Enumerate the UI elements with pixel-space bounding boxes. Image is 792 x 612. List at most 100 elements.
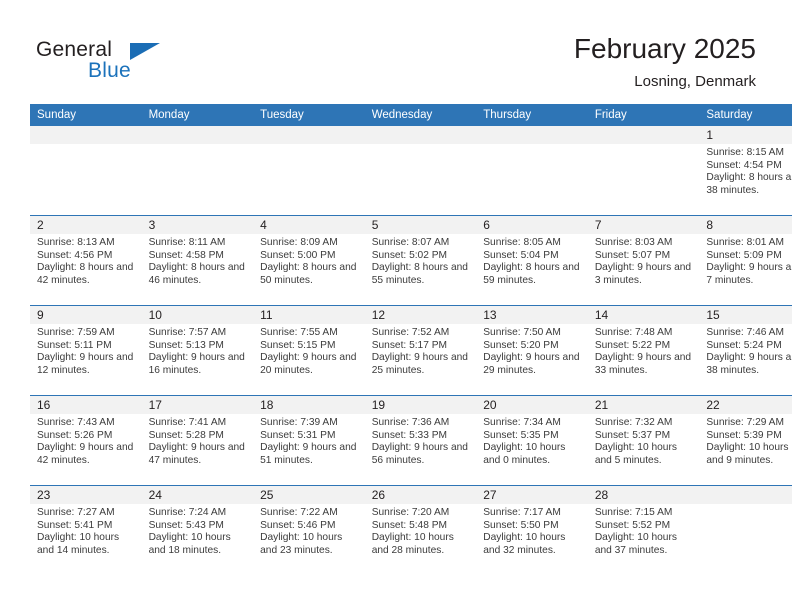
day-number: 23 [30, 486, 142, 504]
calendar-body: 1 Sunrise: 8:15 AM Sunset: 4:54 PM Daylight… [30, 126, 792, 575]
weekday-header-wednesday: Wednesday [364, 104, 477, 126]
calendar-day-cell[interactable]: 1 Sunrise: 8:15 AM Sunset: 4:54 PM Daylight… [699, 126, 792, 216]
daylight-text: Daylight: 10 hours and 28 minutes. [371, 532, 454, 556]
day-number: 24 [141, 486, 254, 504]
calendar-day-cell[interactable]: 6 Sunrise: 8:05 AM Sunset: 5:04 PM Daylight… [476, 215, 588, 306]
day-cell-body: Sunrise: 7:41 AM Sunset: 5:28 PM Daylight:… [142, 414, 254, 467]
page-subtitle-location: Losning, Denmark [634, 73, 756, 90]
sunset-text: Sunset: 5:13 PM [148, 339, 224, 351]
calendar-day-cell[interactable]: 14 Sunrise: 7:48 AM Sunset: 5:22 PM Dayligh… [587, 305, 700, 396]
day-cell-body: Sunrise: 8:01 AM Sunset: 5:09 PM Daylight:… [699, 234, 792, 287]
day-number: 25 [253, 486, 365, 504]
day-cell-body: Sunrise: 7:52 AM Sunset: 5:17 PM Daylight:… [365, 324, 477, 377]
calendar-day-cell[interactable]: 4 Sunrise: 8:09 AM Sunset: 5:00 PM Daylight… [253, 215, 365, 306]
day-cell-inner: 13 Sunrise: 7:50 AM Sunset: 5:20 PM Dayligh… [476, 306, 588, 395]
calendar-day-cell-empty [253, 126, 365, 216]
daylight-text: Daylight: 9 hours and 16 minutes. [148, 352, 245, 376]
daylight-text: Daylight: 9 hours and 56 minutes. [371, 442, 468, 466]
sunset-text: Sunset: 5:20 PM [483, 339, 559, 351]
sunset-text: Sunset: 5:50 PM [483, 519, 559, 531]
calendar-day-cell-empty [364, 126, 477, 216]
sunrise-text: Sunrise: 7:59 AM [37, 327, 115, 338]
calendar-day-cell[interactable]: 3 Sunrise: 8:11 AM Sunset: 4:58 PM Daylight… [141, 215, 254, 306]
day-number: 11 [253, 306, 365, 324]
calendar-day-cell[interactable]: 26 Sunrise: 7:20 AM Sunset: 5:48 PM Dayligh… [364, 485, 477, 575]
weekday-header-monday: Monday [141, 104, 254, 126]
day-number: 5 [364, 216, 477, 234]
sunrise-text: Sunrise: 8:15 AM [706, 147, 784, 158]
sunrise-text: Sunrise: 7:39 AM [260, 417, 338, 428]
daylight-text: Daylight: 10 hours and 32 minutes. [483, 532, 566, 556]
day-cell-inner: 1 Sunrise: 8:15 AM Sunset: 4:54 PM Daylight… [699, 126, 792, 215]
sunrise-text: Sunrise: 7:15 AM [594, 507, 673, 518]
day-cell-body: Sunrise: 8:03 AM Sunset: 5:07 PM Daylight:… [588, 234, 700, 287]
calendar-day-cell[interactable]: 12 Sunrise: 7:52 AM Sunset: 5:17 PM Dayligh… [364, 305, 477, 396]
day-number: 14 [587, 306, 700, 324]
sunrise-text: Sunrise: 7:34 AM [483, 417, 561, 428]
calendar-day-cell[interactable]: 5 Sunrise: 8:07 AM Sunset: 5:02 PM Daylight… [364, 215, 477, 306]
sunset-text: Sunset: 5:15 PM [260, 339, 336, 351]
calendar-day-cell[interactable]: 2 Sunrise: 8:13 AM Sunset: 4:56 PM Daylight… [30, 215, 142, 306]
day-number: 17 [141, 396, 254, 414]
calendar-day-cell[interactable]: 15 Sunrise: 7:46 AM Sunset: 5:24 PM Dayligh… [699, 305, 792, 396]
day-cell-inner: 19 Sunrise: 7:36 AM Sunset: 5:33 PM Dayligh… [364, 396, 477, 485]
sunset-text: Sunset: 5:39 PM [706, 429, 782, 441]
day-cell-inner: 25 Sunrise: 7:22 AM Sunset: 5:46 PM Dayligh… [253, 486, 365, 575]
day-cell-body: Sunrise: 7:39 AM Sunset: 5:31 PM Daylight:… [253, 414, 365, 467]
calendar-day-cell[interactable]: 19 Sunrise: 7:36 AM Sunset: 5:33 PM Dayligh… [364, 395, 477, 486]
page-title: February 2025 [573, 33, 756, 64]
day-number: 19 [364, 396, 477, 414]
sunrise-text: Sunrise: 7:57 AM [148, 327, 227, 338]
day-cell-inner: 16 Sunrise: 7:43 AM Sunset: 5:26 PM Dayligh… [30, 396, 142, 485]
calendar-day-cell[interactable]: 9 Sunrise: 7:59 AM Sunset: 5:11 PM Daylight… [30, 305, 142, 396]
calendar-day-cell[interactable]: 20 Sunrise: 7:34 AM Sunset: 5:35 PM Dayligh… [476, 395, 588, 486]
sunrise-text: Sunrise: 7:41 AM [148, 417, 227, 428]
calendar-day-cell[interactable]: 22 Sunrise: 7:29 AM Sunset: 5:39 PM Dayligh… [699, 395, 792, 486]
daylight-text: Daylight: 8 hours and 50 minutes. [260, 262, 357, 286]
weekday-header-sunday: Sunday [30, 104, 142, 126]
day-number-band [30, 126, 142, 144]
calendar-day-cell[interactable]: 27 Sunrise: 7:17 AM Sunset: 5:50 PM Dayligh… [476, 485, 588, 575]
day-number: 4 [253, 216, 365, 234]
sunset-text: Sunset: 5:04 PM [483, 249, 559, 261]
day-cell-body: Sunrise: 7:46 AM Sunset: 5:24 PM Daylight:… [699, 324, 792, 377]
calendar-week-row: 9 Sunrise: 7:59 AM Sunset: 5:11 PM Daylight… [30, 305, 792, 396]
daylight-text: Daylight: 10 hours and 5 minutes. [594, 442, 677, 466]
logo-triangle-icon [130, 43, 160, 60]
sunset-text: Sunset: 5:28 PM [148, 429, 224, 441]
day-cell-inner: 24 Sunrise: 7:24 AM Sunset: 5:43 PM Dayligh… [141, 486, 254, 575]
calendar-day-cell[interactable]: 10 Sunrise: 7:57 AM Sunset: 5:13 PM Dayligh… [141, 305, 254, 396]
calendar-day-cell[interactable]: 8 Sunrise: 8:01 AM Sunset: 5:09 PM Daylight… [699, 215, 792, 306]
sunrise-text: Sunrise: 7:20 AM [371, 507, 450, 518]
calendar-day-cell[interactable]: 11 Sunrise: 7:55 AM Sunset: 5:15 PM Dayligh… [253, 305, 365, 396]
day-cell-body: Sunrise: 8:13 AM Sunset: 4:56 PM Daylight:… [30, 234, 142, 287]
calendar-day-cell[interactable]: 13 Sunrise: 7:50 AM Sunset: 5:20 PM Dayligh… [476, 305, 588, 396]
day-cell-inner: 15 Sunrise: 7:46 AM Sunset: 5:24 PM Dayligh… [699, 306, 792, 395]
day-number-band [587, 126, 700, 144]
day-number-band [476, 126, 588, 144]
calendar-day-cell[interactable]: 23 Sunrise: 7:27 AM Sunset: 5:41 PM Dayligh… [30, 485, 142, 575]
day-number: 8 [699, 216, 792, 234]
day-number: 2 [30, 216, 142, 234]
calendar-day-cell[interactable]: 25 Sunrise: 7:22 AM Sunset: 5:46 PM Dayligh… [253, 485, 365, 575]
day-cell-body: Sunrise: 7:20 AM Sunset: 5:48 PM Daylight:… [365, 504, 477, 557]
day-number: 21 [587, 396, 700, 414]
calendar-day-cell[interactable]: 17 Sunrise: 7:41 AM Sunset: 5:28 PM Dayligh… [141, 395, 254, 486]
day-number: 10 [141, 306, 254, 324]
sunrise-text: Sunrise: 8:13 AM [37, 237, 115, 248]
day-cell-body: Sunrise: 7:59 AM Sunset: 5:11 PM Daylight:… [30, 324, 142, 377]
general-blue-logo[interactable]: General Blue [36, 38, 186, 90]
calendar-day-cell[interactable]: 18 Sunrise: 7:39 AM Sunset: 5:31 PM Dayligh… [253, 395, 365, 486]
day-cell-inner: 17 Sunrise: 7:41 AM Sunset: 5:28 PM Dayligh… [141, 396, 254, 485]
calendar-day-cell[interactable]: 28 Sunrise: 7:15 AM Sunset: 5:52 PM Dayligh… [587, 485, 700, 575]
calendar-day-cell[interactable]: 21 Sunrise: 7:32 AM Sunset: 5:37 PM Dayligh… [587, 395, 700, 486]
day-cell-inner: 18 Sunrise: 7:39 AM Sunset: 5:31 PM Dayligh… [253, 396, 365, 485]
daylight-text: Daylight: 10 hours and 9 minutes. [706, 442, 789, 466]
calendar-day-cell[interactable]: 24 Sunrise: 7:24 AM Sunset: 5:43 PM Dayligh… [141, 485, 254, 575]
sunrise-text: Sunrise: 7:46 AM [706, 327, 784, 338]
weekday-header-friday: Friday [587, 104, 700, 126]
sunrise-text: Sunrise: 7:48 AM [594, 327, 673, 338]
calendar-day-cell[interactable]: 16 Sunrise: 7:43 AM Sunset: 5:26 PM Dayligh… [30, 395, 142, 486]
sunrise-text: Sunrise: 7:27 AM [37, 507, 115, 518]
calendar-day-cell[interactable]: 7 Sunrise: 8:03 AM Sunset: 5:07 PM Daylight… [587, 215, 700, 306]
